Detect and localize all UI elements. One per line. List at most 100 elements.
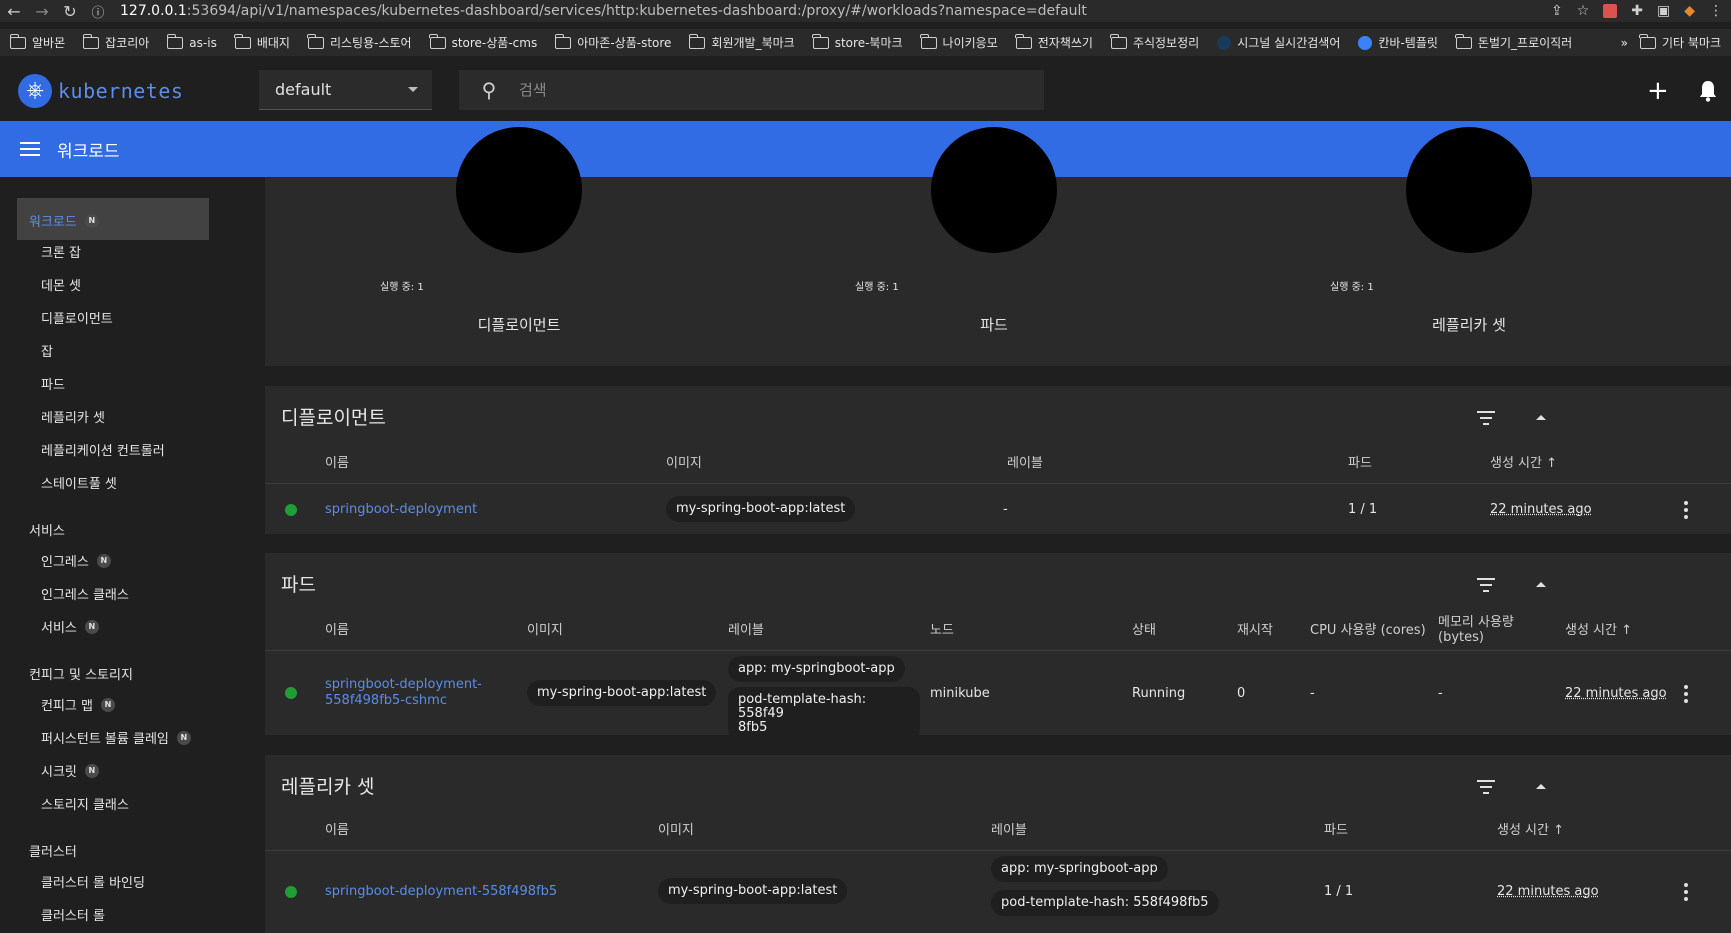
sidebar-item-service[interactable]: 인그레스 N	[41, 551, 111, 570]
sidebar-category-cluster[interactable]: 클러스터	[29, 841, 77, 860]
sidebar-item-config[interactable]: 컨피그 맵 N	[41, 695, 115, 714]
column-header-restarts: 재시작	[1237, 623, 1273, 638]
bookmark-item[interactable]: 전자책쓰기	[1015, 33, 1093, 51]
column-header-created[interactable]: 생성 시간 ↑	[1565, 623, 1632, 638]
share-icon[interactable]: ⇪	[1551, 3, 1563, 19]
column-header-memory: 메모리 사용량 (bytes)	[1438, 615, 1514, 645]
bookmark-item[interactable]: 알바몬	[9, 33, 66, 51]
sidebar-item-workload[interactable]: 스테이트풀 셋	[41, 473, 117, 492]
create-plus-icon[interactable]: +	[1647, 78, 1669, 104]
column-header-created[interactable]: 생성 시간 ↑	[1497, 823, 1564, 838]
filter-icon[interactable]	[1476, 578, 1496, 596]
sidebar-item-label: 서비스	[29, 524, 65, 539]
folder-icon	[688, 33, 706, 49]
url-field[interactable]: 127.0.0.1:53694/api/v1/namespaces/kubern…	[120, 3, 1087, 19]
bookmark-item[interactable]: 배대지	[234, 33, 290, 51]
bookmark-item[interactable]: as-is	[166, 33, 217, 50]
bookmark-item[interactable]: 나이키응모	[920, 33, 998, 51]
filter-icon[interactable]	[1476, 411, 1496, 429]
column-header-labels: 레이블	[991, 823, 1027, 838]
sidebar-item-workload[interactable]: 디플로이먼트	[41, 308, 113, 327]
fox-icon[interactable]: ◆	[1684, 3, 1695, 19]
sidebar-item-config[interactable]: 스토리지 클래스	[41, 794, 129, 813]
page-title: 워크로드	[57, 141, 120, 162]
sidebar-item-label: 레플리카 셋	[41, 411, 105, 426]
search-bar[interactable]: ⚲	[459, 70, 1044, 110]
collapse-icon[interactable]	[1536, 415, 1546, 420]
sidebar-item-workloads[interactable]: 워크로드 N	[29, 211, 99, 230]
sidebar-item-cluster[interactable]: 클러스터 롤 바인딩	[41, 872, 145, 891]
status-pie-chart	[931, 127, 1057, 253]
bookmark-item[interactable]: store-북마크	[812, 33, 903, 51]
label-chip: pod-template-hash: 558f498fb5	[728, 687, 920, 741]
namespaced-badge: N	[176, 730, 191, 745]
star-icon[interactable]: ☆	[1577, 3, 1590, 19]
replicasets-card: 레플리카 셋 이름 이미지 레이블 파드 생성 시간 ↑ springboot-…	[265, 755, 1731, 933]
sidebar-item-workload[interactable]: 크론 잡	[41, 242, 81, 261]
brand-name[interactable]: kubernetes	[58, 79, 183, 103]
forward-icon[interactable]: →	[28, 2, 56, 21]
sidebar-item-workload[interactable]: 레플리케이션 컨트롤러	[41, 440, 165, 459]
column-header-created[interactable]: 생성 시간 ↑	[1490, 456, 1557, 471]
kubernetes-logo-icon[interactable]: ⎈	[18, 74, 52, 108]
sidebar-category-service[interactable]: 서비스	[29, 520, 65, 539]
bookmark-item[interactable]: store-상품-cms	[429, 33, 537, 51]
sidebar-item-workload[interactable]: 잡	[41, 341, 53, 360]
info-icon[interactable]: ⓘ	[84, 2, 112, 21]
row-actions-icon[interactable]	[1684, 883, 1688, 904]
sidebar-item-config[interactable]: 퍼시스턴트 볼륨 클레임 N	[41, 728, 191, 747]
column-header-name[interactable]: 이름	[325, 823, 349, 838]
bookmark-label: 잡코리아	[105, 36, 150, 50]
row-actions-icon[interactable]	[1684, 501, 1688, 522]
bookmark-label: 알바몬	[32, 36, 66, 50]
collapse-icon[interactable]	[1536, 582, 1546, 587]
namespace-select[interactable]: default	[259, 70, 432, 110]
sidebar-item-label: 데몬 셋	[41, 279, 82, 294]
bookmark-item[interactable]: 칸바-템플릿	[1358, 34, 1438, 51]
status-pie-chart	[456, 127, 582, 253]
bookmark-item[interactable]: 시그널 실시간검색어	[1217, 34, 1340, 51]
browser-menu-icon[interactable]: ⋮	[1709, 3, 1723, 19]
puzzle-icon[interactable]: ✚	[1631, 3, 1643, 19]
bookmark-item[interactable]: 주식정보정리	[1110, 33, 1199, 51]
sidebar-item-workload[interactable]: 파드	[41, 374, 65, 393]
sidebar-item-service[interactable]: 서비스 N	[41, 617, 99, 636]
pods-card: 파드 이름 이미지 레이블 노드 상태 재시작 CPU 사용량 (cores) …	[265, 553, 1731, 741]
bookmark-item[interactable]: 회원개발_북마크	[688, 33, 795, 51]
sidebar-item-config[interactable]: 시크릿 N	[41, 761, 99, 780]
replicaset-name-link[interactable]: springboot-deployment-558f498fb5	[325, 884, 557, 900]
sidepanel-icon[interactable]: ▣	[1657, 3, 1670, 19]
caret-down-icon	[408, 87, 418, 92]
reload-icon[interactable]: ↻	[56, 2, 84, 21]
sidebar-item-cluster[interactable]: 클러스터 롤	[41, 905, 105, 924]
sidebar-item-workload[interactable]: 데몬 셋	[41, 275, 81, 294]
memory-value: -	[1438, 686, 1443, 701]
status-ok-icon	[285, 504, 297, 516]
hamburger-menu-icon[interactable]	[20, 138, 40, 160]
bookmark-label: 기타 북마크	[1661, 36, 1721, 50]
bookmark-item[interactable]: 돈벌기_프로이직러	[1455, 33, 1572, 51]
sidebar-item-service[interactable]: 인그레스 클래스	[41, 584, 129, 603]
deployment-name-link[interactable]: springboot-deployment	[325, 502, 477, 518]
node-value: minikube	[930, 686, 990, 701]
column-header-name[interactable]: 이름	[325, 456, 349, 471]
notification-bell-icon[interactable]	[1698, 80, 1718, 102]
bookmark-item[interactable]: 잡코리아	[82, 33, 150, 51]
row-actions-icon[interactable]	[1684, 685, 1688, 706]
sidebar-item-label: 잡	[41, 345, 53, 360]
other-bookmarks[interactable]: 기타 북마크	[1639, 33, 1721, 51]
pods-value: 1 / 1	[1324, 884, 1354, 899]
filter-icon[interactable]	[1476, 780, 1496, 798]
sidebar-item-workload[interactable]: 레플리카 셋	[41, 407, 105, 426]
more-bookmarks-icon[interactable]: »	[1621, 36, 1628, 50]
column-header-name[interactable]: 이름	[325, 623, 349, 638]
sidebar-category-config[interactable]: 컨피그 및 스토리지	[29, 664, 133, 683]
search-input[interactable]	[519, 81, 999, 99]
extension-icon[interactable]	[1603, 4, 1618, 18]
back-icon[interactable]: ←	[0, 2, 28, 21]
bookmark-item[interactable]: 아마존-상품-store	[554, 33, 671, 51]
collapse-icon[interactable]	[1536, 784, 1546, 789]
pod-name-link[interactable]: springboot-deployment- 558f498fb5-cshmc	[325, 677, 482, 709]
bookmark-item[interactable]: 리스팅용-스토어	[307, 33, 412, 51]
created-value: 22 minutes ago	[1565, 686, 1667, 701]
